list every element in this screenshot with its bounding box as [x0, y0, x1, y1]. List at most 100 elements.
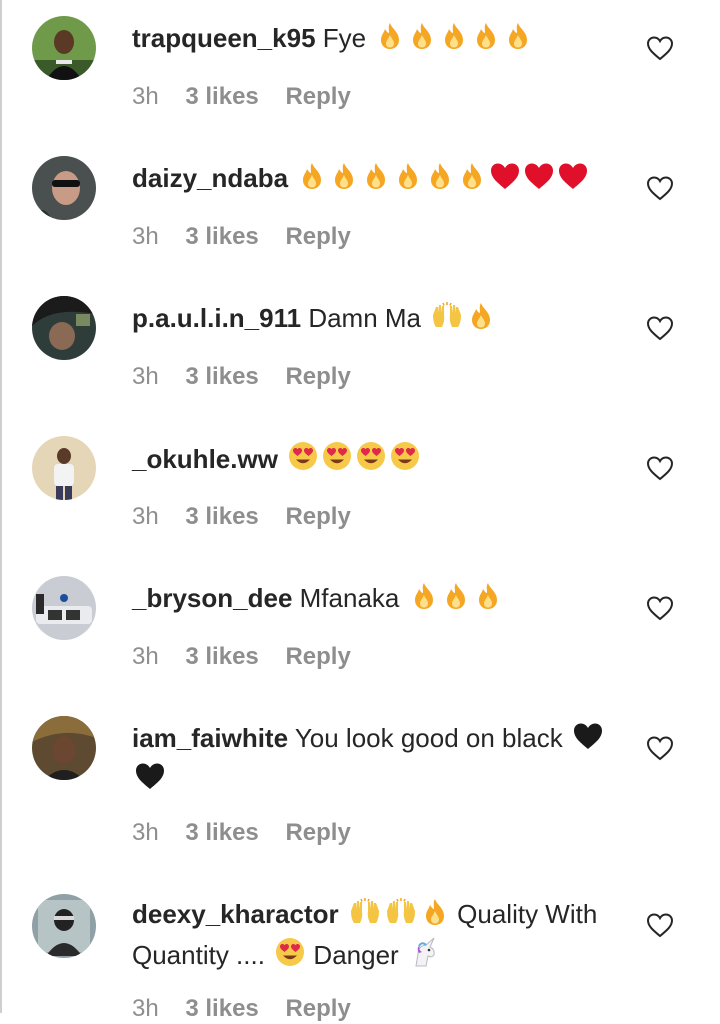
fire-icon — [375, 21, 405, 60]
comment-text: Mfanaka — [299, 583, 400, 613]
like-heart-icon[interactable] — [646, 175, 674, 201]
unicorn-icon — [408, 936, 440, 977]
comment-username[interactable]: _okuhle.ww — [132, 444, 278, 474]
comment-body: iam_faiwhite You look good on black — [132, 720, 618, 800]
like-heart-icon[interactable] — [646, 315, 674, 341]
comment-meta: 3h 3 likes Reply — [132, 82, 351, 112]
reply-button[interactable]: Reply — [285, 819, 350, 846]
fire-icon — [473, 581, 503, 620]
black-heart-icon — [134, 761, 166, 800]
comment-username[interactable]: daizy_ndaba — [132, 163, 288, 193]
comment-body: deexy_kharactor Quality With Quantity ..… — [132, 896, 618, 977]
comment-meta: 3h 3 likes Reply — [132, 502, 351, 532]
comment-likes[interactable]: 3 likes — [185, 643, 258, 670]
comment-time: 3h — [132, 643, 159, 670]
reply-button[interactable]: Reply — [285, 995, 350, 1022]
comment-time: 3h — [132, 503, 159, 530]
like-heart-icon[interactable] — [646, 455, 674, 481]
raising-hands-icon — [430, 301, 464, 340]
comment-username[interactable]: deexy_kharactor — [132, 899, 339, 929]
emoji-group — [428, 302, 496, 333]
comment-text: You look good on black — [294, 723, 563, 753]
emoji-group — [285, 442, 421, 474]
like-heart-icon[interactable] — [646, 912, 674, 938]
raising-hands-icon — [348, 897, 382, 936]
emoji-group — [407, 583, 503, 613]
comment-likes[interactable]: 3 likes — [185, 363, 258, 390]
avatar[interactable] — [32, 156, 96, 220]
fire-icon — [329, 161, 359, 200]
comment-likes[interactable]: 3 likes — [185, 223, 258, 250]
comment-body: _okuhle.ww — [132, 440, 618, 481]
comment-body: daizy_ndaba — [132, 160, 618, 200]
heart-eyes-icon — [321, 440, 353, 481]
emoji-group — [272, 938, 306, 970]
comment-meta: 3h 3 likes Reply — [132, 994, 351, 1024]
comment-meta: 3h 3 likes Reply — [132, 362, 351, 392]
comment-time: 3h — [132, 995, 159, 1022]
fire-icon — [466, 301, 496, 340]
avatar[interactable] — [32, 576, 96, 640]
fire-icon — [425, 161, 455, 200]
reply-button[interactable]: Reply — [285, 503, 350, 530]
fire-icon — [393, 161, 423, 200]
black-heart-icon — [572, 721, 604, 760]
heart-eyes-icon — [274, 936, 306, 977]
raising-hands-icon — [384, 897, 418, 936]
avatar[interactable] — [32, 16, 96, 80]
like-heart-icon[interactable] — [646, 595, 674, 621]
avatar[interactable] — [32, 894, 96, 958]
red-heart-icon — [523, 161, 555, 200]
reply-button[interactable]: Reply — [285, 83, 350, 110]
comment-time: 3h — [132, 819, 159, 846]
comment-username[interactable]: iam_faiwhite — [132, 723, 288, 753]
comment-meta: 3h 3 likes Reply — [132, 818, 351, 848]
comment-text: Fye — [322, 23, 367, 53]
avatar[interactable] — [32, 436, 96, 500]
comment-body: trapqueen_k95 Fye — [132, 20, 618, 60]
reply-button[interactable]: Reply — [285, 223, 350, 250]
heart-eyes-icon — [287, 440, 319, 481]
comment-time: 3h — [132, 223, 159, 250]
emoji-group — [373, 23, 533, 53]
emoji-group — [346, 898, 450, 929]
reply-button[interactable]: Reply — [285, 363, 350, 390]
comment-text: Danger — [313, 940, 399, 970]
comment-time: 3h — [132, 83, 159, 110]
fire-icon — [420, 897, 450, 936]
comment-likes[interactable]: 3 likes — [185, 819, 258, 846]
fire-icon — [297, 161, 327, 200]
heart-eyes-icon — [355, 440, 387, 481]
comment-time: 3h — [132, 363, 159, 390]
comment-username[interactable]: p.a.u.l.i.n_911 — [132, 303, 301, 333]
comment-likes[interactable]: 3 likes — [185, 503, 258, 530]
comment-likes[interactable]: 3 likes — [185, 83, 258, 110]
red-heart-icon — [557, 161, 589, 200]
comment-meta: 3h 3 likes Reply — [132, 642, 351, 672]
avatar[interactable] — [32, 296, 96, 360]
reply-button[interactable]: Reply — [285, 643, 350, 670]
emoji-group — [406, 937, 440, 970]
fire-icon — [439, 21, 469, 60]
comment-body: _bryson_dee Mfanaka — [132, 580, 618, 620]
comment-text: Damn Ma — [308, 303, 422, 333]
emoji-group — [295, 163, 589, 193]
like-heart-icon[interactable] — [646, 35, 674, 61]
comment-username[interactable]: _bryson_dee — [132, 583, 292, 613]
fire-icon — [441, 581, 471, 620]
avatar[interactable] — [32, 716, 96, 780]
fire-icon — [407, 21, 437, 60]
fire-icon — [409, 581, 439, 620]
heart-eyes-icon — [389, 440, 421, 481]
fire-icon — [457, 161, 487, 200]
fire-icon — [503, 21, 533, 60]
fire-icon — [361, 161, 391, 200]
left-edge-divider — [0, 0, 2, 1013]
fire-icon — [471, 21, 501, 60]
comment-meta: 3h 3 likes Reply — [132, 222, 351, 252]
comment-likes[interactable]: 3 likes — [185, 995, 258, 1022]
red-heart-icon — [489, 161, 521, 200]
like-heart-icon[interactable] — [646, 735, 674, 761]
comment-username[interactable]: trapqueen_k95 — [132, 23, 316, 53]
comment-body: p.a.u.l.i.n_911 Damn Ma — [132, 300, 618, 340]
